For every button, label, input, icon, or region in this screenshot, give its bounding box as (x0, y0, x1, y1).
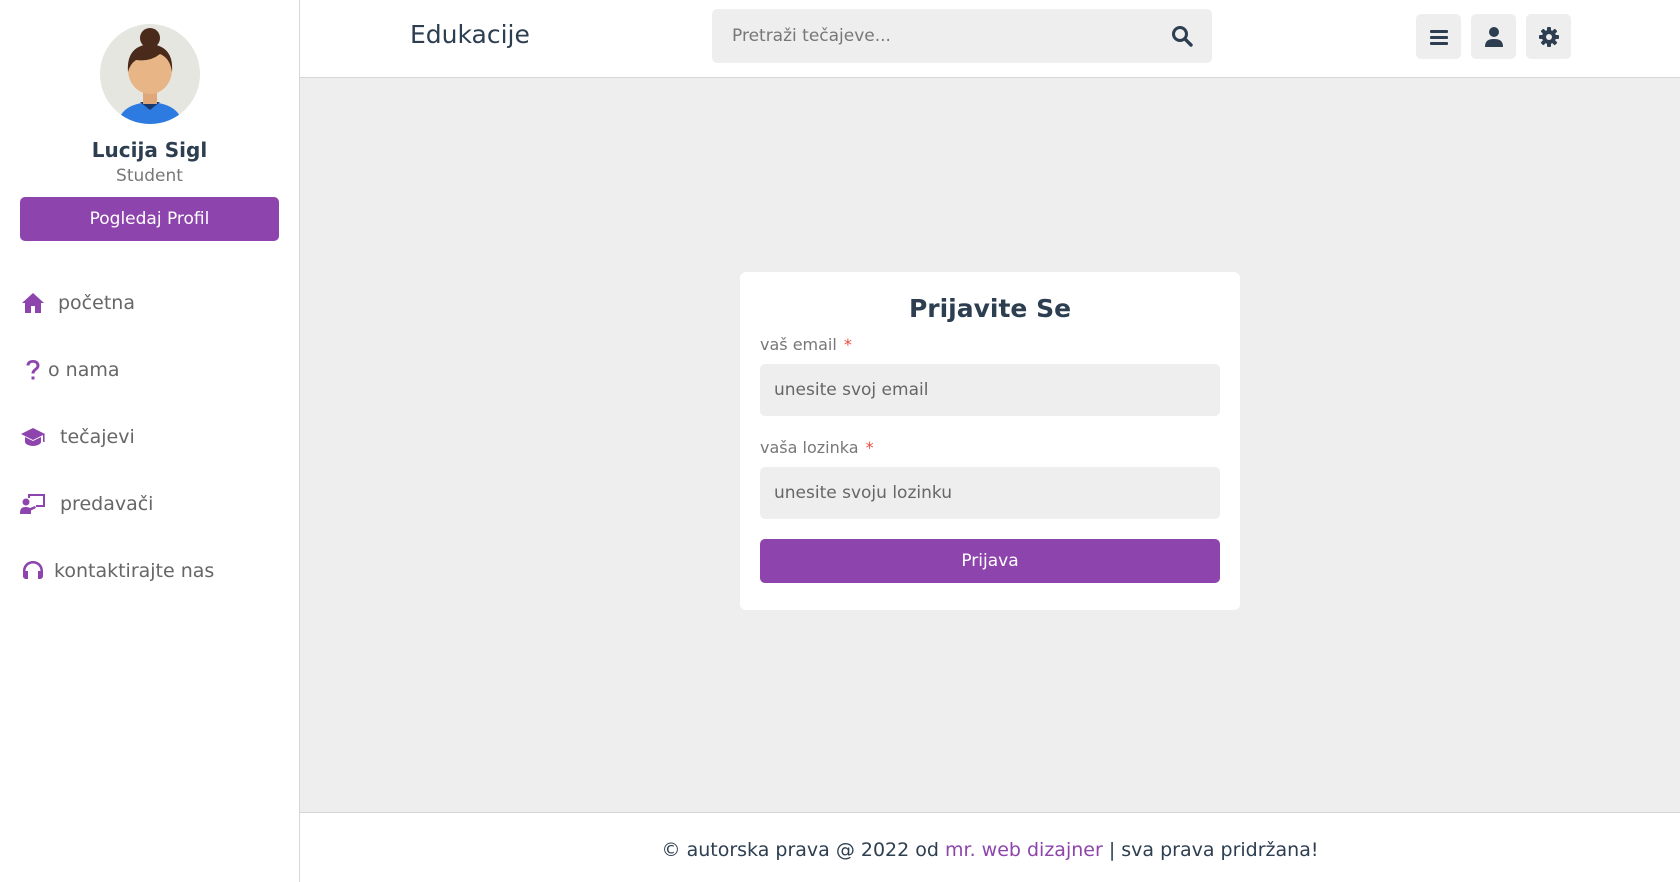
home-icon (20, 290, 46, 316)
graduation-cap-icon (20, 424, 46, 450)
password-label-text: vaša lozinka (760, 438, 859, 457)
top-header: Edukacije (300, 0, 1680, 78)
email-field[interactable] (760, 364, 1220, 416)
headset-icon (20, 558, 46, 584)
sidebar-item-label: kontaktirajte nas (54, 559, 215, 582)
header-icons (1416, 14, 1571, 59)
menu-icon[interactable] (1416, 14, 1461, 59)
login-form: Prijavite Se vaš email * vaša lozinka * … (740, 272, 1240, 610)
password-field[interactable] (760, 467, 1220, 519)
required-mark: * (843, 335, 852, 354)
sidebar-item-teachers[interactable]: predavači (0, 470, 299, 537)
profile-name: Lucija Sigl (91, 138, 208, 162)
login-button[interactable]: Prijava (760, 539, 1220, 583)
password-label: vaša lozinka * (760, 438, 1220, 457)
footer-rights: | sva prava pridržana! (1108, 839, 1319, 861)
login-title: Prijavite Se (908, 294, 1072, 323)
sidebar-item-label: tečajevi (60, 425, 135, 448)
sidebar-item-label: o nama (48, 358, 120, 381)
settings-icon[interactable] (1526, 14, 1571, 59)
sidebar-nav: početna o nama tečajevi predavači kontak… (0, 269, 299, 604)
user-icon[interactable] (1471, 14, 1516, 59)
email-label: vaš email * (760, 335, 1220, 354)
search-bar (712, 9, 1212, 63)
footer-author-link[interactable]: mr. web dizajner (945, 839, 1103, 861)
sidebar-item-label: predavači (60, 492, 154, 515)
sidebar-item-label: početna (58, 291, 135, 314)
teacher-icon (20, 491, 46, 517)
profile-card: Lucija Sigl Student Pogledaj Profil (0, 0, 299, 241)
required-mark: * (865, 438, 874, 457)
search-icon[interactable] (1152, 9, 1212, 63)
sidebar-item-courses[interactable]: tečajevi (0, 403, 299, 470)
email-label-text: vaš email (760, 335, 837, 354)
search-input[interactable] (712, 9, 1152, 63)
avatar (99, 24, 200, 124)
app-logo[interactable]: Edukacije (410, 20, 530, 49)
sidebar-item-about[interactable]: o nama (0, 336, 299, 403)
profile-role: Student (116, 166, 183, 186)
footer: © autorska prava @ 2022 od mr. web dizaj… (300, 812, 1680, 882)
view-profile-button[interactable]: Pogledaj Profil (20, 197, 279, 241)
sidebar-item-contact[interactable]: kontaktirajte nas (0, 537, 299, 604)
footer-copyright: © autorska prava @ 2022 od (661, 839, 939, 861)
sidebar-item-home[interactable]: početna (0, 269, 299, 336)
question-icon (20, 357, 46, 383)
sidebar: Lucija Sigl Student Pogledaj Profil poče… (0, 0, 300, 882)
